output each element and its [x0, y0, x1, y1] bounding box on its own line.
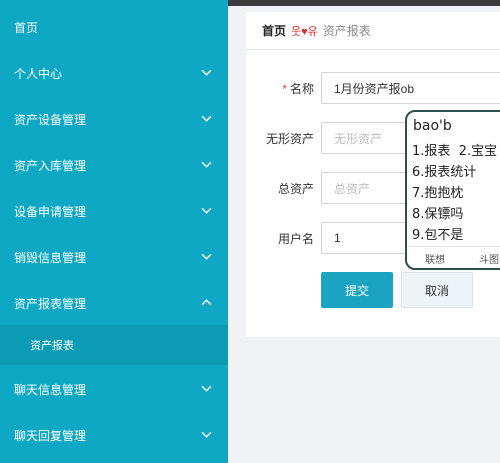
sidebar-item-label: 资产设备管理: [14, 112, 87, 127]
ime-candidate-popup: bao'b 1.报表 2.宝宝 6.报表统计 7.抱抱枕 8.保镖吗 9.包不是…: [405, 110, 500, 270]
sidebar-subitem-asset-report[interactable]: 资产报表: [0, 325, 228, 365]
sidebar-item-label: 销毁信息管理: [14, 250, 87, 265]
form-row-name: * 名称 1月份资产报ob: [246, 72, 500, 104]
required-mark: *: [282, 82, 287, 96]
total-label: 总资产: [277, 182, 314, 196]
sidebar-item-home[interactable]: 首页: [0, 4, 228, 50]
chevron-down-icon: [201, 161, 212, 168]
ime-candidate[interactable]: 9.包不是: [412, 224, 463, 243]
sidebar-item-destruction[interactable]: 销毁信息管理: [0, 234, 228, 280]
top-bar: [228, 0, 500, 6]
sidebar-subitem-label: 资产报表: [30, 340, 74, 352]
sidebar-item-label: 首页: [14, 20, 39, 35]
name-input[interactable]: 1月份资产报ob: [321, 72, 500, 104]
sidebar-item-asset-equipment[interactable]: 资产设备管理: [0, 96, 228, 142]
sidebar-item-label: 资产报表管理: [14, 296, 87, 311]
sidebar-item-chat-info[interactable]: 聊天信息管理: [0, 366, 228, 412]
sidebar-item-label: 聊天回复管理: [14, 428, 87, 443]
sidebar-item-equipment-request[interactable]: 设备申请管理: [0, 188, 228, 234]
username-label: 用户名: [277, 232, 314, 246]
cancel-button[interactable]: 取消: [401, 272, 473, 308]
sidebar-item-chat-reply[interactable]: 聊天回复管理: [0, 412, 228, 458]
ime-candidate[interactable]: 7.抱抱枕: [412, 182, 463, 201]
ime-tab-suggest[interactable]: 联想: [425, 251, 445, 266]
submit-button[interactable]: 提交: [321, 272, 393, 308]
sidebar-item-label: 个人中心: [14, 66, 63, 81]
sidebar-item-profile[interactable]: 个人中心: [0, 50, 228, 96]
chevron-up-icon: [201, 299, 212, 306]
ime-candidate[interactable]: 6.报表统计: [412, 161, 476, 180]
breadcrumb-home[interactable]: 首页: [262, 22, 286, 39]
breadcrumb-current: 资产报表: [322, 24, 371, 38]
sidebar-item-asset-storage[interactable]: 资产入库管理: [0, 142, 228, 188]
sidebar-item-label: 聊天信息管理: [14, 382, 87, 397]
ime-candidate-text: 1.报表: [412, 144, 451, 159]
ime-footer: 联想 斗图: [407, 246, 500, 268]
breadcrumb-separator: 웃♥유: [291, 25, 318, 38]
chevron-down-icon: [201, 69, 212, 76]
chevron-down-icon: [201, 253, 212, 260]
chevron-down-icon: [201, 115, 212, 122]
breadcrumb: 首页 웃♥유 资产报表: [246, 12, 500, 50]
ime-tab-sticker[interactable]: 斗图: [479, 251, 499, 266]
sidebar-item-label: 设备申请管理: [14, 204, 87, 219]
sidebar-item-label: 资产入库管理: [14, 158, 87, 173]
name-label-text: 名称: [289, 82, 314, 96]
chevron-down-icon: [201, 385, 212, 392]
chevron-down-icon: [201, 431, 212, 438]
ime-candidate[interactable]: 1.报表 2.宝宝: [412, 140, 497, 159]
intangible-label: 无形资产: [265, 132, 314, 146]
ime-candidate-text: 2.宝宝: [458, 144, 498, 159]
name-label: * 名称: [282, 80, 314, 97]
chevron-down-icon: [201, 207, 212, 214]
ime-composition: bao'b: [413, 118, 452, 134]
sidebar: 首页 个人中心 资产设备管理 资产入库管理 设备申请管理 销毁信息管理 资产报表…: [0, 0, 228, 463]
sidebar-item-asset-report[interactable]: 资产报表管理: [0, 280, 228, 326]
ime-candidate[interactable]: 8.保镖吗: [412, 203, 463, 222]
